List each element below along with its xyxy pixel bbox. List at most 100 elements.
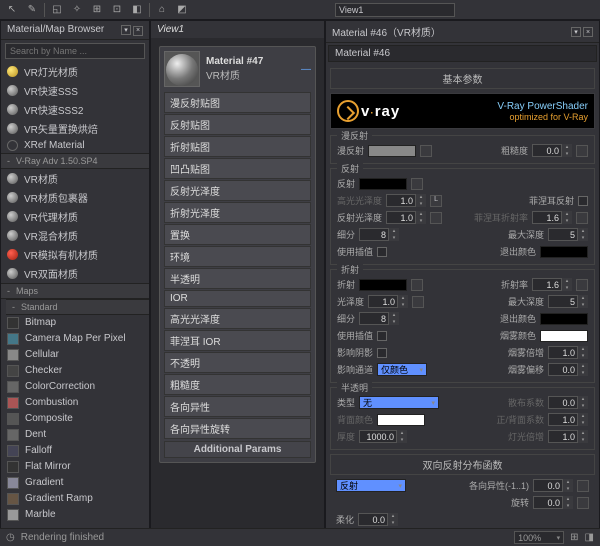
material-preview[interactable] [164, 51, 200, 87]
brdf-select[interactable]: 反射 [336, 479, 406, 492]
map-button[interactable] [577, 497, 589, 509]
attr-slot[interactable]: 各向异性旋转 [164, 418, 311, 439]
trans-type-select[interactable]: 无 [359, 396, 439, 409]
panel-close-icon[interactable]: × [583, 27, 593, 37]
spinner[interactable]: ▴▾ [533, 496, 573, 509]
spinner[interactable]: ▴▾ [368, 295, 408, 308]
spinner[interactable]: ▴▾ [532, 211, 572, 224]
map-item[interactable]: Flat Mirror [1, 459, 149, 475]
spinner[interactable]: ▴▾ [548, 363, 588, 376]
spinner[interactable]: ▴▾ [548, 346, 588, 359]
attr-slot[interactable]: 高光光泽度 [164, 308, 311, 329]
reflect-swatch[interactable] [359, 178, 407, 190]
attr-slot[interactable]: 不透明 [164, 352, 311, 373]
tool-icon[interactable]: ✧ [69, 2, 85, 18]
material-item[interactable]: VR材质 [1, 169, 149, 188]
map-item[interactable]: Dent [1, 427, 149, 443]
tool-icon[interactable]: ◱ [49, 2, 65, 18]
attr-slot[interactable]: 菲涅耳 IOR [164, 330, 311, 351]
attr-slot[interactable]: 各向异性 [164, 396, 311, 417]
spinner[interactable]: ▴▾ [533, 479, 573, 492]
map-button[interactable] [576, 279, 588, 291]
map-button[interactable] [412, 296, 424, 308]
material-item[interactable]: VR代理材质 [1, 207, 149, 226]
attr-slot[interactable]: 反射贴图 [164, 114, 311, 135]
spinner[interactable]: ▴▾ [548, 413, 588, 426]
check[interactable] [377, 247, 387, 257]
map-button[interactable] [411, 279, 423, 291]
swatch[interactable] [540, 330, 588, 342]
swatch[interactable] [540, 246, 588, 258]
attr-slot[interactable]: 半透明 [164, 268, 311, 289]
collapse-icon[interactable]: — [301, 64, 311, 75]
spinner[interactable]: ▴▾ [548, 228, 588, 241]
attr-slot[interactable]: 粗糙度 [164, 374, 311, 395]
material-item[interactable]: VR材质包裹器 [1, 188, 149, 207]
material-item[interactable]: VR灯光材质 [1, 62, 149, 81]
search-input[interactable] [5, 43, 145, 59]
swatch[interactable] [377, 414, 425, 426]
material-item[interactable]: VR快速SSS [1, 81, 149, 100]
attr-slot[interactable]: IOR [164, 290, 311, 307]
material-item[interactable]: XRef Material [1, 138, 149, 153]
map-item[interactable]: ColorCorrection [1, 379, 149, 395]
roughness-spinner[interactable]: ▴▾ [532, 144, 572, 157]
additional-params[interactable]: Additional Params [164, 441, 311, 458]
fresnel-check[interactable] [578, 196, 588, 206]
map-button[interactable] [576, 145, 588, 157]
map-button[interactable] [430, 212, 442, 224]
panel-close-icon[interactable]: × [133, 26, 143, 36]
section-head[interactable]: Maps [1, 283, 149, 299]
panel-opts-icon[interactable]: ▾ [571, 27, 581, 37]
attr-slot[interactable]: 漫反射贴图 [164, 92, 311, 113]
spinner[interactable]: ▴▾ [548, 430, 588, 443]
spinner[interactable]: ▴▾ [386, 211, 426, 224]
spinner[interactable]: ▴▾ [359, 228, 399, 241]
status-icon[interactable]: ◨ [585, 532, 594, 543]
map-item[interactable]: Checker [1, 363, 149, 379]
spinner[interactable]: ▴▾ [386, 194, 426, 207]
tool-icon[interactable]: ⊡ [109, 2, 125, 18]
map-item[interactable]: Combustion [1, 395, 149, 411]
spinner[interactable]: ▴▾ [548, 295, 588, 308]
map-item[interactable]: Composite [1, 411, 149, 427]
attr-slot[interactable]: 折射贴图 [164, 136, 311, 157]
rollout-title[interactable]: 基本参数 [330, 68, 595, 89]
section-head[interactable]: Standard [6, 299, 149, 315]
material-item[interactable]: VR双面材质 [1, 264, 149, 283]
map-item[interactable]: Camera Map Per Pixel [1, 331, 149, 347]
attr-slot[interactable]: 反射光泽度 [164, 180, 311, 201]
map-button[interactable] [577, 480, 589, 492]
material-item[interactable]: VR快速SSS2 [1, 100, 149, 119]
material-item[interactable]: VR模拟有机材质 [1, 245, 149, 264]
map-item[interactable]: Bitmap [1, 315, 149, 331]
map-button[interactable] [420, 145, 432, 157]
map-item[interactable]: Gradient [1, 475, 149, 491]
map-button[interactable] [411, 178, 423, 190]
channel-select[interactable]: 仅颜色 [377, 363, 427, 376]
dropper-icon[interactable]: ✎ [24, 2, 40, 18]
spinner[interactable]: ▴▾ [548, 396, 588, 409]
swatch[interactable] [540, 313, 588, 325]
map-item[interactable]: Cellular [1, 347, 149, 363]
refract-swatch[interactable] [359, 279, 407, 291]
material-card[interactable]: Material #47 VR材质 — 漫反射贴图反射贴图折射贴图凹凸贴图反射光… [159, 46, 316, 463]
pointer-icon[interactable]: ↖ [4, 2, 20, 18]
material-item[interactable]: VR矢量置换烘焙 [1, 119, 149, 138]
tool-icon[interactable]: ◧ [129, 2, 145, 18]
view-dropdown[interactable]: View1 [335, 3, 455, 17]
attr-slot[interactable]: 环境 [164, 246, 311, 267]
section-head[interactable]: V-Ray Adv 1.50.SP4 [1, 153, 149, 169]
map-button[interactable] [576, 212, 588, 224]
check[interactable] [377, 348, 387, 358]
map-item[interactable]: Falloff [1, 443, 149, 459]
map-item[interactable]: Marble [1, 507, 149, 523]
check[interactable] [377, 331, 387, 341]
material-item[interactable]: VR混合材质 [1, 226, 149, 245]
status-icon[interactable]: ⊞ [570, 532, 578, 543]
spinner[interactable]: ▴▾ [359, 312, 399, 325]
tool-icon[interactable]: ⊞ [89, 2, 105, 18]
attr-slot[interactable]: 凹凸贴图 [164, 158, 311, 179]
spinner[interactable]: ▴▾ [532, 278, 572, 291]
map-item[interactable]: Gradient Ramp [1, 491, 149, 507]
